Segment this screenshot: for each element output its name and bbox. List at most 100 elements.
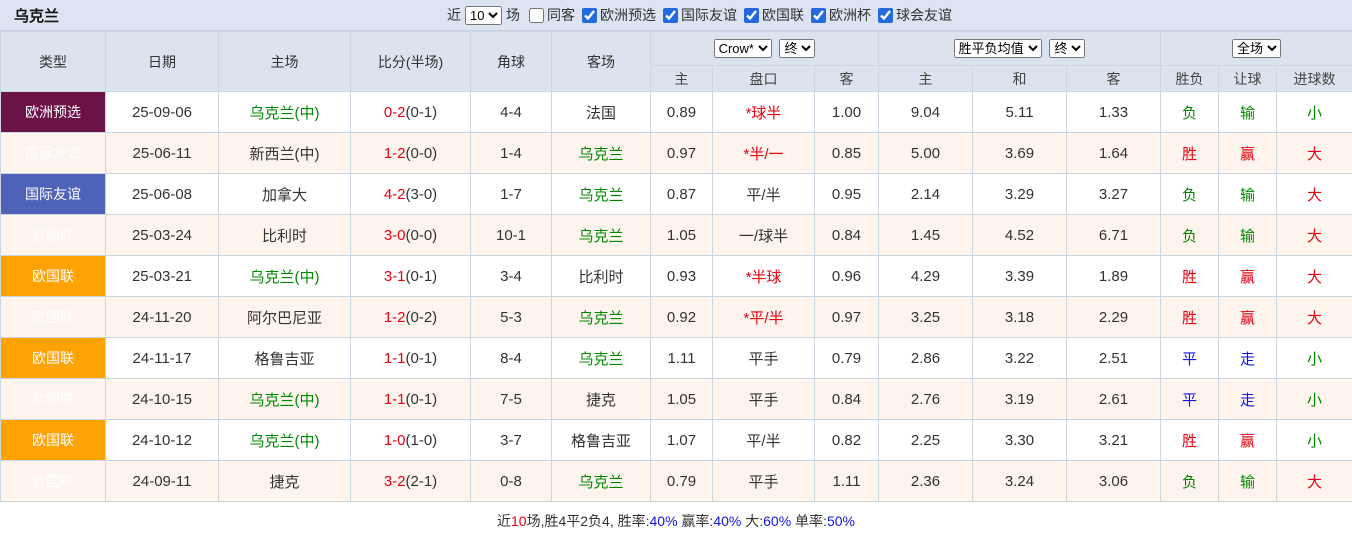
home-team[interactable]: 阿尔巴尼亚: [219, 297, 351, 338]
filter-euro-cup[interactable]: 欧洲杯: [811, 5, 871, 25]
score[interactable]: 1-2(0-2): [351, 297, 471, 338]
scope-select[interactable]: 全场: [1232, 39, 1281, 58]
result-handicap: 赢: [1219, 256, 1277, 297]
home-team[interactable]: 比利时: [219, 215, 351, 256]
league-type[interactable]: 国际友谊: [1, 174, 106, 215]
ah-away-odds: 0.79: [815, 338, 879, 379]
away-team[interactable]: 捷克: [552, 379, 651, 420]
filter-same-away[interactable]: 同客: [529, 5, 575, 25]
home-team[interactable]: 乌克兰(中): [219, 256, 351, 297]
score[interactable]: 1-2(0-0): [351, 133, 471, 174]
away-team[interactable]: 比利时: [552, 256, 651, 297]
odds-home: 2.86: [879, 338, 973, 379]
score[interactable]: 1-1(0-1): [351, 338, 471, 379]
score[interactable]: 1-0(1-0): [351, 420, 471, 461]
euro-qualifiers-checkbox[interactable]: [582, 8, 597, 23]
odds-home: 1.45: [879, 215, 973, 256]
score[interactable]: 3-2(2-1): [351, 461, 471, 502]
league-type[interactable]: 欧国联: [1, 338, 106, 379]
score[interactable]: 3-1(0-1): [351, 256, 471, 297]
ah-home-odds: 0.92: [651, 297, 713, 338]
league-type[interactable]: 欧洲预选: [1, 92, 106, 133]
ah-away-odds: 0.82: [815, 420, 879, 461]
ah-away-odds: 0.84: [815, 215, 879, 256]
euro-cup-checkbox[interactable]: [811, 8, 826, 23]
match-date: 25-03-21: [106, 256, 219, 297]
league-type[interactable]: 欧国联: [1, 297, 106, 338]
odds-draw: 3.39: [973, 256, 1067, 297]
filter-club-friendly[interactable]: 球会友谊: [878, 5, 952, 25]
score[interactable]: 3-0(0-0): [351, 215, 471, 256]
result-goals: 小: [1277, 92, 1352, 133]
away-team[interactable]: 乌克兰: [552, 461, 651, 502]
match-date: 25-06-11: [106, 133, 219, 174]
result-wdl: 胜: [1161, 133, 1219, 174]
summary-text: 40%: [713, 513, 741, 529]
away-team[interactable]: 乌克兰: [552, 174, 651, 215]
col-header-date: 日期: [106, 32, 219, 92]
odds-draw: 3.69: [973, 133, 1067, 174]
away-team[interactable]: 乌克兰: [552, 338, 651, 379]
home-team[interactable]: 加拿大: [219, 174, 351, 215]
summary-text: 近: [497, 511, 511, 531]
odds-draw: 4.52: [973, 215, 1067, 256]
odds-away: 2.61: [1067, 379, 1161, 420]
filter-intl-friendly[interactable]: 国际友谊: [663, 5, 737, 25]
bookmaker-select[interactable]: Crow*: [714, 39, 772, 58]
away-team[interactable]: 乌克兰: [552, 133, 651, 174]
ah-home-odds: 1.11: [651, 338, 713, 379]
match-date: 24-10-12: [106, 420, 219, 461]
odds-away: 2.29: [1067, 297, 1161, 338]
away-team[interactable]: 格鲁吉亚: [552, 420, 651, 461]
col-header-score: 比分(半场): [351, 32, 471, 92]
home-team[interactable]: 乌克兰(中): [219, 92, 351, 133]
away-team[interactable]: 乌克兰: [552, 297, 651, 338]
ah-time-select[interactable]: 终: [779, 39, 815, 58]
home-team[interactable]: 捷克: [219, 461, 351, 502]
intl-friendly-checkbox[interactable]: [663, 8, 678, 23]
nations-league-checkbox[interactable]: [744, 8, 759, 23]
league-type[interactable]: 欧国联: [1, 379, 106, 420]
col-header-ah-away: 客: [815, 66, 879, 92]
odds-home: 2.36: [879, 461, 973, 502]
odds-home: 2.25: [879, 420, 973, 461]
match-row: 欧国联24-11-17格鲁吉亚1-1(0-1)8-4乌克兰1.11平手0.792…: [1, 338, 1352, 379]
away-team[interactable]: 乌克兰: [552, 215, 651, 256]
home-team[interactable]: 格鲁吉亚: [219, 338, 351, 379]
score[interactable]: 0-2(0-1): [351, 92, 471, 133]
league-type[interactable]: 欧国联: [1, 256, 106, 297]
ah-line: *半/一: [713, 133, 815, 174]
ah-away-odds: 0.96: [815, 256, 879, 297]
odds-source-select[interactable]: 胜平负均值: [954, 39, 1042, 58]
result-goals: 大: [1277, 174, 1352, 215]
europe-odds-group-header: 胜平负均值 终: [879, 32, 1161, 66]
home-team[interactable]: 乌克兰(中): [219, 379, 351, 420]
league-type[interactable]: 欧国联: [1, 215, 106, 256]
match-date: 24-09-11: [106, 461, 219, 502]
result-goals: 大: [1277, 297, 1352, 338]
result-goals: 小: [1277, 379, 1352, 420]
home-team[interactable]: 新西兰(中): [219, 133, 351, 174]
odds-time-select[interactable]: 终: [1049, 39, 1085, 58]
filter-nations-league[interactable]: 欧国联: [744, 5, 804, 25]
col-header-odds-draw: 和: [973, 66, 1067, 92]
ah-line: *半球: [713, 256, 815, 297]
filter-group: 同客欧洲预选国际友谊欧国联欧洲杯球会友谊: [520, 5, 952, 25]
league-type[interactable]: 国际友谊: [1, 133, 106, 174]
same-away-checkbox[interactable]: [529, 8, 544, 23]
filter-euro-qualifiers[interactable]: 欧洲预选: [582, 5, 656, 25]
club-friendly-checkbox[interactable]: [878, 8, 893, 23]
away-team[interactable]: 法国: [552, 92, 651, 133]
home-team[interactable]: 乌克兰(中): [219, 420, 351, 461]
league-type[interactable]: 欧国联: [1, 461, 106, 502]
result-handicap: 输: [1219, 92, 1277, 133]
ah-line: 平手: [713, 379, 815, 420]
corners: 1-7: [471, 174, 552, 215]
score[interactable]: 4-2(3-0): [351, 174, 471, 215]
odds-home: 9.04: [879, 92, 973, 133]
score[interactable]: 1-1(0-1): [351, 379, 471, 420]
recent-games-select[interactable]: 10: [465, 6, 502, 25]
result-wdl: 负: [1161, 215, 1219, 256]
match-row: 欧国联24-10-15乌克兰(中)1-1(0-1)7-5捷克1.05平手0.84…: [1, 379, 1352, 420]
league-type[interactable]: 欧国联: [1, 420, 106, 461]
